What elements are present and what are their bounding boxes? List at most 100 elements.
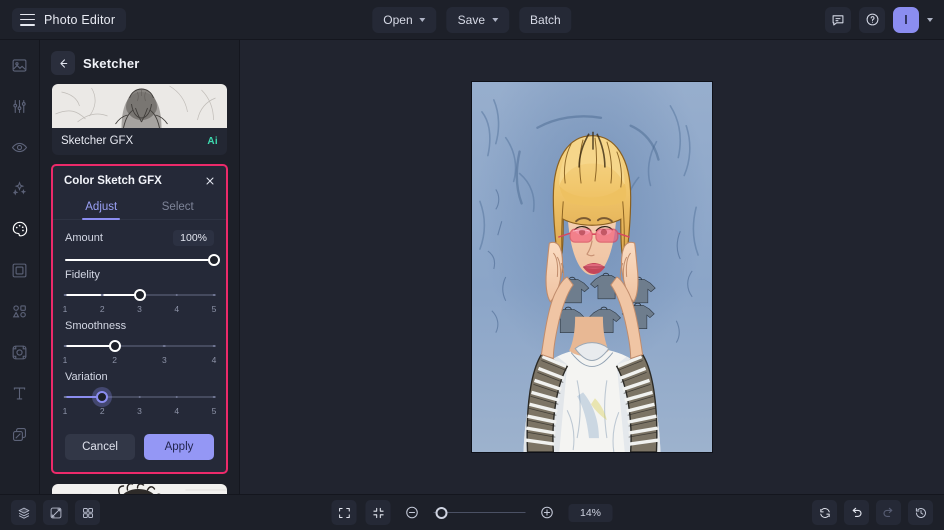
- slider-tick-label: 4: [174, 406, 180, 416]
- grid-icon[interactable]: [75, 500, 100, 525]
- color-sketch-dialog: Color Sketch GFX Adjust Select Amount 100…: [51, 164, 228, 474]
- fullscreen-icon[interactable]: [331, 500, 357, 525]
- zoom-in-icon[interactable]: [535, 500, 560, 525]
- sidebar-item-adjustments[interactable]: [7, 93, 33, 119]
- help-circle-icon[interactable]: [859, 6, 885, 33]
- field-header: Variation: [65, 371, 214, 383]
- panel-header: Sketcher: [40, 40, 239, 84]
- canvas-area[interactable]: [240, 40, 944, 494]
- slider-tick-dot: [175, 395, 179, 399]
- preset-sketcher-gfx[interactable]: Sketcher GFX Ai: [52, 84, 227, 155]
- slider-tick-label: 2: [99, 304, 105, 314]
- slider-tick-label: 5: [211, 406, 217, 416]
- tab-adjust[interactable]: Adjust: [63, 196, 140, 219]
- sidebar-item-effects[interactable]: [7, 175, 33, 201]
- sketcher-panel: Sketcher Sketcher GFX Ai Color Sketch GF…: [40, 40, 240, 494]
- preset-row: Sketcher GFX Ai: [52, 128, 227, 155]
- sidebar-item-image[interactable]: [7, 52, 33, 78]
- ai-badge: Ai: [207, 135, 218, 147]
- sidebar-item-crop-focus[interactable]: [7, 339, 33, 365]
- batch-button[interactable]: Batch: [519, 6, 572, 33]
- slider-tick-dot: [175, 293, 179, 297]
- slider-tick-dot: [100, 293, 104, 297]
- slider-handle[interactable]: [96, 391, 109, 403]
- dialog-tabs: Adjust Select: [53, 196, 226, 220]
- sidebar-item-frame[interactable]: [7, 257, 33, 283]
- preset-secondary[interactable]: [52, 484, 227, 494]
- open-label: Open: [383, 12, 413, 27]
- redo-icon[interactable]: [876, 500, 901, 525]
- slider-tick-labels: 1 2 3 4 5: [62, 304, 217, 317]
- chat-bubble-icon[interactable]: [825, 6, 851, 33]
- slider-tick-dot: [212, 395, 216, 399]
- history-controls: [812, 500, 933, 525]
- apply-button[interactable]: Apply: [144, 434, 214, 460]
- fit-screen-icon[interactable]: [365, 500, 391, 525]
- reset-icon[interactable]: [812, 500, 837, 525]
- app-body: Sketcher Sketcher GFX Ai Color Sketch GF…: [0, 40, 944, 494]
- tab-select[interactable]: Select: [140, 196, 217, 219]
- zoom-out-icon[interactable]: [400, 500, 425, 525]
- slider-fidelity[interactable]: [63, 289, 216, 301]
- left-toolbar: [0, 40, 40, 494]
- slider-smoothness[interactable]: [63, 340, 216, 352]
- app-menu-button[interactable]: Photo Editor: [12, 7, 127, 32]
- slider-tick-dot: [63, 344, 67, 348]
- history-icon[interactable]: [908, 500, 933, 525]
- slider-tick-label: 3: [137, 406, 142, 416]
- field-header: Fidelity: [65, 269, 214, 281]
- field-value[interactable]: 100%: [173, 230, 214, 246]
- slider-tick-label: 1: [62, 304, 68, 314]
- avatar[interactable]: I: [893, 6, 919, 33]
- slider-tick-label: 3: [161, 355, 167, 365]
- sidebar-item-palette[interactable]: [7, 216, 33, 242]
- dialog-header: Color Sketch GFX: [53, 166, 226, 196]
- slider-tick-label: 4: [174, 304, 180, 314]
- slider-variation[interactable]: [63, 391, 216, 403]
- field-label: Smoothness: [65, 320, 127, 332]
- field-label: Fidelity: [65, 269, 100, 281]
- slider-tick-label: 5: [211, 304, 217, 314]
- slider-tick-labels: 1 2 3 4 5: [63, 406, 217, 419]
- chevron-down-icon: [419, 17, 426, 22]
- field-label: Variation: [65, 371, 108, 383]
- sidebar-item-shapes[interactable]: [7, 298, 33, 324]
- save-label: Save: [457, 12, 486, 27]
- slider-amount[interactable]: [65, 254, 220, 266]
- file-tools: Open Save Batch: [372, 6, 572, 33]
- dialog-title: Color Sketch GFX: [64, 175, 162, 187]
- close-icon[interactable]: [204, 175, 216, 187]
- slider-fill: [65, 345, 115, 347]
- zoom-controls: 14%: [331, 500, 613, 525]
- sidebar-item-layers-duplicate[interactable]: [7, 421, 33, 447]
- account-chevron-down-icon[interactable]: [927, 17, 933, 22]
- arrow-left-icon[interactable]: [51, 51, 75, 75]
- field-fidelity: Fidelity 1 2 3 4 5: [62, 269, 217, 317]
- slider-handle[interactable]: [108, 340, 121, 352]
- undo-icon[interactable]: [844, 500, 869, 525]
- artboard-image[interactable]: [471, 81, 713, 453]
- field-header: Amount 100%: [65, 230, 214, 246]
- slider-handle[interactable]: [133, 289, 146, 301]
- zoom-slider[interactable]: [433, 506, 526, 519]
- zoom-slider-handle[interactable]: [435, 506, 448, 519]
- field-label: Amount: [65, 232, 103, 244]
- open-button[interactable]: Open: [372, 6, 437, 33]
- compare-icon[interactable]: [43, 500, 68, 525]
- slider-tick-label: 3: [137, 304, 142, 314]
- account-tools: I: [825, 6, 933, 33]
- layers-icon[interactable]: [11, 500, 36, 525]
- field-amount: Amount 100%: [65, 230, 220, 266]
- save-button[interactable]: Save: [446, 6, 510, 33]
- slider-tick-dot: [63, 293, 67, 297]
- slider-tick-dot: [212, 344, 216, 348]
- zoom-level-value[interactable]: 14%: [568, 503, 613, 522]
- app-window: Photo Editor Open Save Batch I Sketcher …: [0, 0, 944, 530]
- slider-tick-dot: [63, 395, 67, 399]
- sidebar-item-text[interactable]: [7, 380, 33, 406]
- top-bar: Photo Editor Open Save Batch I: [0, 0, 944, 40]
- cancel-button[interactable]: Cancel: [65, 434, 135, 460]
- slider-tick-label: 2: [112, 355, 118, 365]
- slider-handle[interactable]: [208, 254, 220, 266]
- sidebar-item-view[interactable]: [7, 134, 33, 160]
